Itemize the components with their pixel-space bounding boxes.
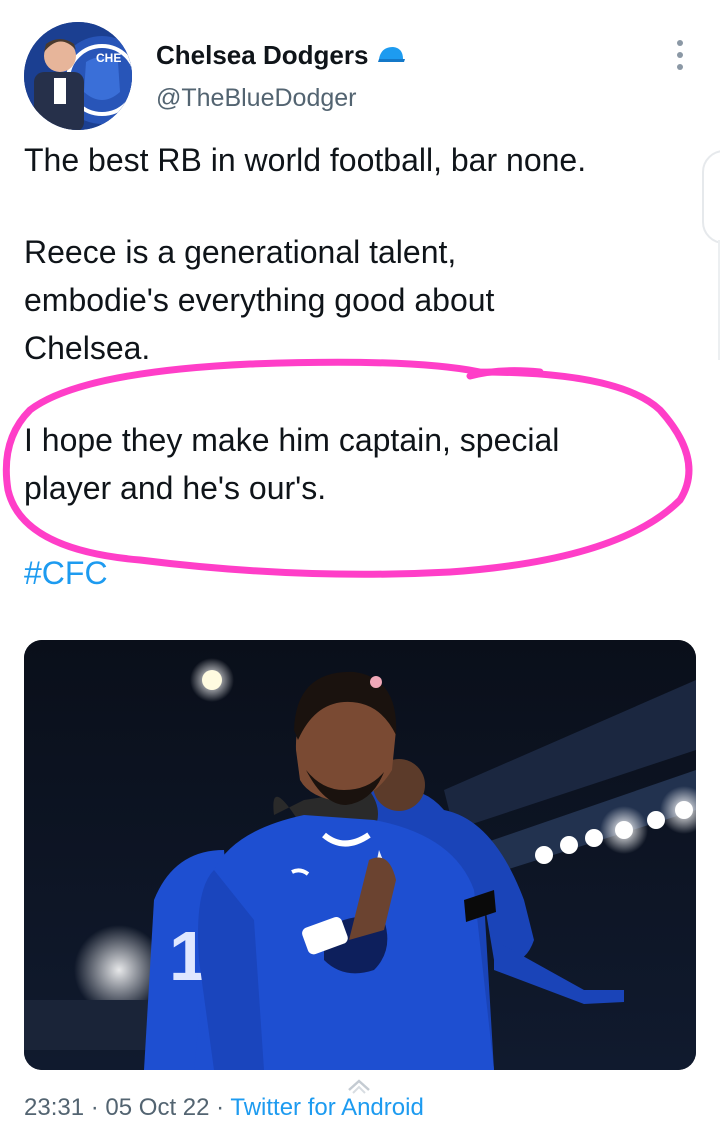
more-options-icon[interactable]: [668, 40, 692, 70]
tweet-media-image[interactable]: 1: [24, 640, 696, 1070]
tweet-text-line: Reece is a generational talent,: [24, 234, 457, 270]
chevron-up-icon[interactable]: [345, 1076, 373, 1094]
meta-separator: ·: [216, 1094, 225, 1121]
pink-annotation-circle: [2, 358, 693, 578]
tweet-text-line: The best RB in world football, bar none.: [24, 142, 587, 178]
meta-separator: ·: [90, 1094, 99, 1121]
author-handle[interactable]: @TheBlueDodger: [156, 84, 357, 113]
author-avatar[interactable]: CHE: [24, 22, 132, 130]
svg-text:CHE: CHE: [96, 51, 121, 65]
tweet-text-line: embodie's everything good about: [24, 282, 495, 318]
side-panel-edge: [702, 150, 720, 244]
blue-cap-icon: [376, 40, 406, 71]
display-name-text: Chelsea Dodgers: [156, 40, 369, 70]
hashtag-link[interactable]: #CFC: [24, 555, 108, 592]
author-display-name[interactable]: Chelsea Dodgers: [156, 40, 406, 71]
tweet-source-link[interactable]: Twitter for Android: [230, 1094, 423, 1121]
tweet-time[interactable]: 23:31: [24, 1094, 84, 1121]
tweet-metadata: 23:31 · 05 Oct 22 · Twitter for Android: [24, 1094, 424, 1122]
tweet-date[interactable]: 05 Oct 22: [105, 1094, 209, 1121]
